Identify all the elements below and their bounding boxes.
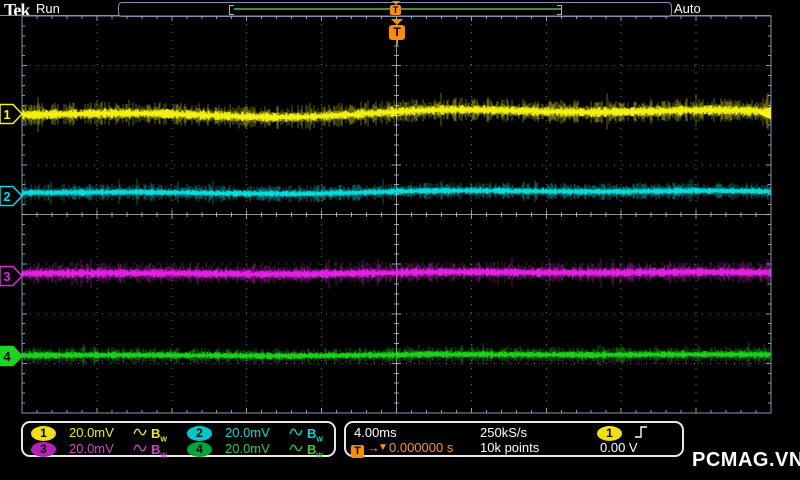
ch1-badge[interactable]: 1 (31, 426, 56, 441)
waveform-display: 1 2 3 4 (0, 15, 772, 414)
trigger-position-marker[interactable]: T (389, 19, 405, 45)
trigger-t-icon: T (351, 445, 364, 458)
trigger-position-readout[interactable]: 0.000000 s (389, 440, 453, 455)
horizontal-scale[interactable]: 4.00ms (354, 425, 397, 440)
oscilloscope-screen: Tek Run T Auto 1234 T 1 20.0mV BW 2 20.0… (0, 0, 800, 480)
ch4-coupling-icon (289, 442, 305, 457)
ch4-scale[interactable]: 20.0mV (225, 441, 270, 456)
trigger-level-readout[interactable]: 0.00 V (600, 440, 638, 455)
channel-readout-box: 1 20.0mV BW 2 20.0mV BW 3 20.0mV BW 4 20… (21, 421, 336, 460)
record-length: 10k points (480, 440, 540, 455)
watermark: PCMAG.VN (692, 449, 800, 471)
ch4-marker-label: 4 (3, 349, 11, 364)
sample-rate: 250kS/s (480, 425, 527, 440)
ch1-bandwidth-label: BW (151, 426, 167, 444)
ch3-bandwidth-label: BW (151, 442, 167, 460)
ch2-marker-label: 2 (3, 189, 10, 204)
ch1-marker-label: 1 (3, 107, 10, 122)
ch2-bandwidth-label: BW (307, 426, 323, 444)
ch2-badge[interactable]: 2 (187, 426, 212, 441)
ch2-scale[interactable]: 20.0mV (225, 425, 270, 440)
trigger-marker-stem (396, 40, 398, 45)
ch3-coupling-icon (133, 442, 149, 457)
ch3-marker-label: 3 (3, 269, 10, 284)
ch4-bandwidth-label: BW (307, 442, 323, 460)
ch3-scale[interactable]: 20.0mV (69, 441, 114, 456)
ch4-badge[interactable]: 4 (187, 442, 212, 457)
ch2-coupling-icon (289, 426, 305, 441)
trigger-source-badge[interactable]: 1 (597, 426, 622, 441)
trigger-marker-icon: ▼ (378, 442, 388, 453)
horizontal-trigger-readout-box: 4.00ms 250kS/s 1 T → ▼ 0.000000 s 10k po… (344, 421, 684, 458)
ch3-badge[interactable]: 3 (31, 442, 56, 457)
trigger-t-icon: T (389, 25, 405, 40)
ch1-scale[interactable]: 20.0mV (69, 425, 114, 440)
ch1-coupling-icon (133, 426, 149, 441)
